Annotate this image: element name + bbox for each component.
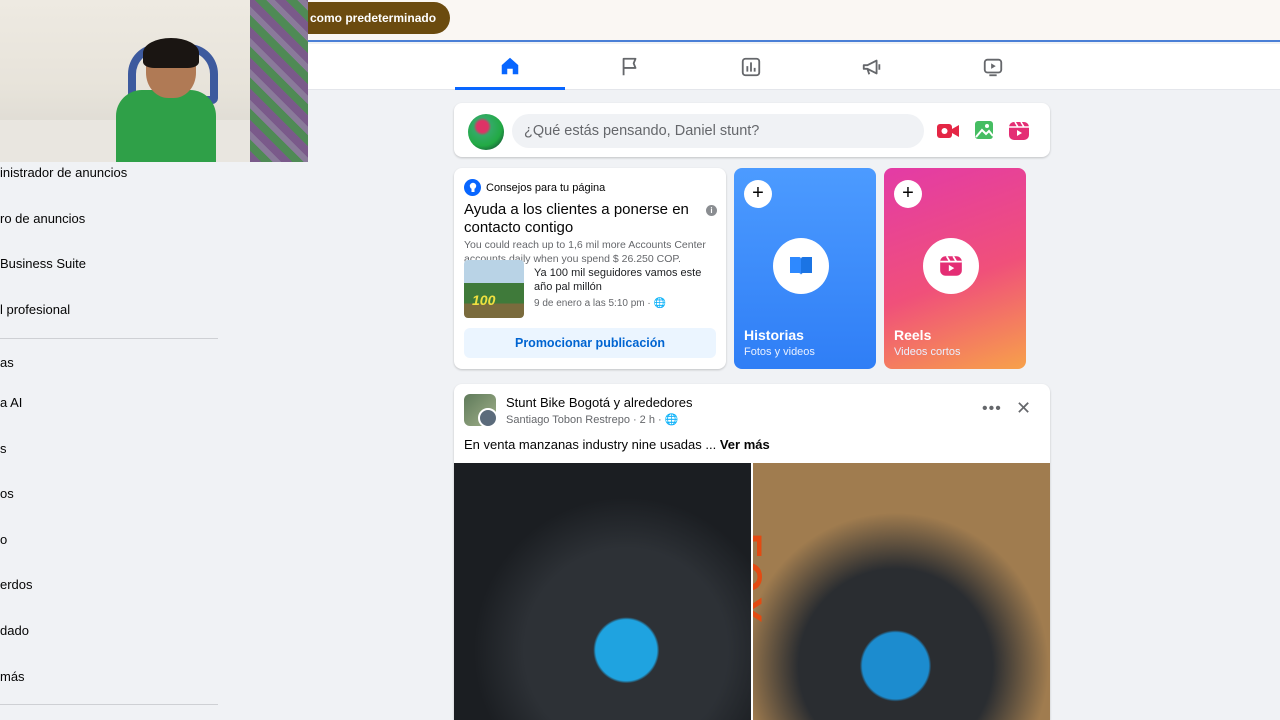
flag-icon: [622, 57, 637, 76]
close-icon[interactable]: ✕: [1016, 398, 1031, 419]
reels-subtitle: Videos cortos: [894, 346, 961, 358]
post-time[interactable]: · 2 h ·: [633, 414, 662, 426]
add-reel-icon[interactable]: +: [894, 180, 922, 208]
video-icon: [983, 58, 1003, 77]
promote-post-button[interactable]: Promocionar publicación: [464, 328, 716, 358]
sidebar-item-8[interactable]: os: [0, 486, 14, 501]
member-avatar[interactable]: [478, 408, 498, 428]
stories-card[interactable]: + Historias Fotos y videos: [734, 168, 876, 369]
tab-home[interactable]: [455, 44, 565, 90]
sidebar-item-business-suite[interactable]: Business Suite: [0, 256, 86, 271]
post-photo[interactable]: FOX: [753, 463, 1050, 720]
promoted-post-date: 9 de enero a las 5:10 pm · 🌐: [534, 298, 666, 309]
promoted-post-text: Ya 100 mil seguidores vamos este año pal…: [534, 267, 702, 293]
webcam-person-shirt: [116, 90, 216, 162]
sidebar-divider: [0, 704, 218, 705]
webcam-wall: [250, 0, 308, 162]
webcam-overlay: [0, 0, 308, 162]
post-text: En venta manzanas industry nine usadas .…: [464, 437, 717, 452]
sidebar-item-see-more[interactable]: más: [0, 669, 25, 684]
promoted-post-date-label: 9 de enero a las 5:10 pm ·: [534, 298, 651, 309]
stories-title: Historias: [744, 327, 804, 343]
author-name-link[interactable]: Santiago Tobon Restrepo: [506, 414, 630, 426]
sidebar-item-7[interactable]: s: [0, 441, 7, 456]
tab-pages[interactable]: [575, 44, 685, 90]
chart-icon: [741, 57, 761, 77]
reels-card[interactable]: + Reels Videos cortos: [884, 168, 1026, 369]
set-default-badge[interactable]: como predeterminado: [290, 2, 451, 34]
reel-icon[interactable]: [1007, 120, 1031, 142]
info-icon[interactable]: i: [706, 205, 717, 216]
left-sidebar: inistrador de anuncios ro de anuncios Bu…: [0, 162, 230, 720]
home-icon: [501, 57, 519, 74]
lightbulb-icon: [464, 179, 481, 196]
sidebar-divider: [0, 338, 218, 339]
reels-title: Reels: [894, 327, 932, 343]
post-composer: [454, 103, 1050, 157]
tab-watch[interactable]: [938, 44, 1048, 90]
tab-insights[interactable]: [696, 44, 806, 90]
post-photo[interactable]: [454, 463, 751, 720]
sidebar-item-9[interactable]: o: [0, 532, 7, 547]
photo-fork-text: FOX: [753, 533, 769, 628]
photo-icon[interactable]: [972, 120, 996, 142]
stories-subtitle: Fotos y videos: [744, 346, 815, 358]
thumbnail-text: 100: [472, 292, 496, 308]
sidebar-item-meta-ai[interactable]: a AI: [0, 395, 22, 410]
tips-header-label: Consejos para tu página: [486, 181, 606, 194]
composer-input[interactable]: [512, 114, 924, 148]
sidebar-item-5[interactable]: as: [0, 355, 14, 370]
user-avatar[interactable]: [468, 114, 504, 150]
globe-icon: 🌐: [664, 414, 679, 426]
sidebar-item-memories[interactable]: erdos: [0, 577, 33, 592]
live-video-icon[interactable]: [936, 120, 960, 142]
post-thumbnail[interactable]: 100: [464, 260, 524, 318]
tips-title: Ayuda a los clientes a ponerse en contac…: [464, 201, 689, 236]
more-options-icon[interactable]: •••: [982, 400, 1002, 418]
feed-post: Stunt Bike Bogotá y alrededores Santiago…: [454, 384, 1050, 720]
webcam-person-hair: [143, 38, 199, 68]
post-description: En venta manzanas industry nine usadas .…: [464, 437, 770, 452]
group-name-link[interactable]: Stunt Bike Bogotá y alrededores: [506, 395, 692, 410]
see-more-link[interactable]: Ver más: [720, 437, 770, 452]
story-book-icon: [773, 238, 829, 294]
add-story-icon[interactable]: +: [744, 180, 772, 208]
sidebar-item-ads-manager[interactable]: inistrador de anuncios: [0, 165, 127, 180]
tab-ads[interactable]: [817, 44, 927, 90]
globe-icon: 🌐: [653, 298, 666, 309]
sidebar-item-11[interactable]: dado: [0, 623, 29, 638]
reel-icon: [923, 238, 979, 294]
sidebar-item-professional[interactable]: l profesional: [0, 302, 70, 317]
post-meta: Santiago Tobon Restrepo · 2 h · 🌐: [506, 413, 679, 427]
megaphone-icon: [862, 59, 881, 75]
tips-header: Consejos para tu página: [464, 179, 605, 196]
sidebar-item-ads-center[interactable]: ro de anuncios: [0, 211, 85, 226]
page-tips-card: Consejos para tu página Ayuda a los clie…: [454, 168, 726, 369]
